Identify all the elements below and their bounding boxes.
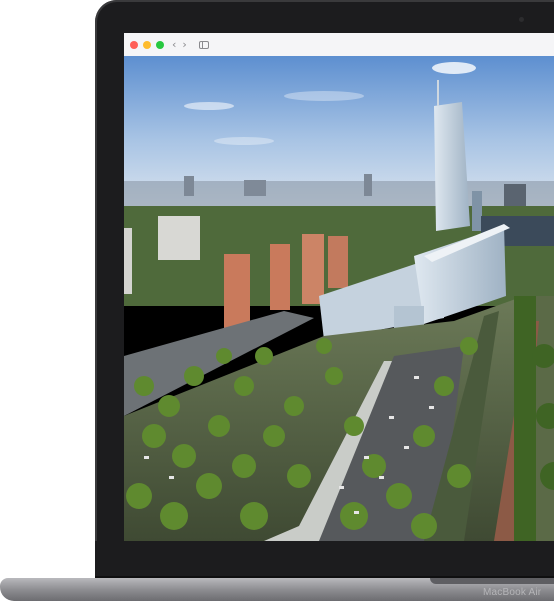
laptop-screen: ‹ ›: [124, 33, 554, 541]
browser-titlebar: ‹ ›: [124, 33, 554, 57]
forward-button[interactable]: ›: [182, 39, 186, 50]
model-label: MacBook Air: [483, 587, 542, 598]
screen-bezel-chin: [95, 541, 554, 576]
aerial-rendering-image: [124, 56, 554, 541]
minimize-window-button[interactable]: [143, 40, 151, 49]
close-window-button[interactable]: [130, 40, 138, 49]
maximize-window-button[interactable]: [156, 40, 164, 49]
back-button[interactable]: ‹: [172, 39, 176, 50]
sidebar-icon[interactable]: [198, 40, 209, 49]
camera-icon: [519, 17, 524, 22]
laptop-base-notch: [430, 578, 554, 584]
